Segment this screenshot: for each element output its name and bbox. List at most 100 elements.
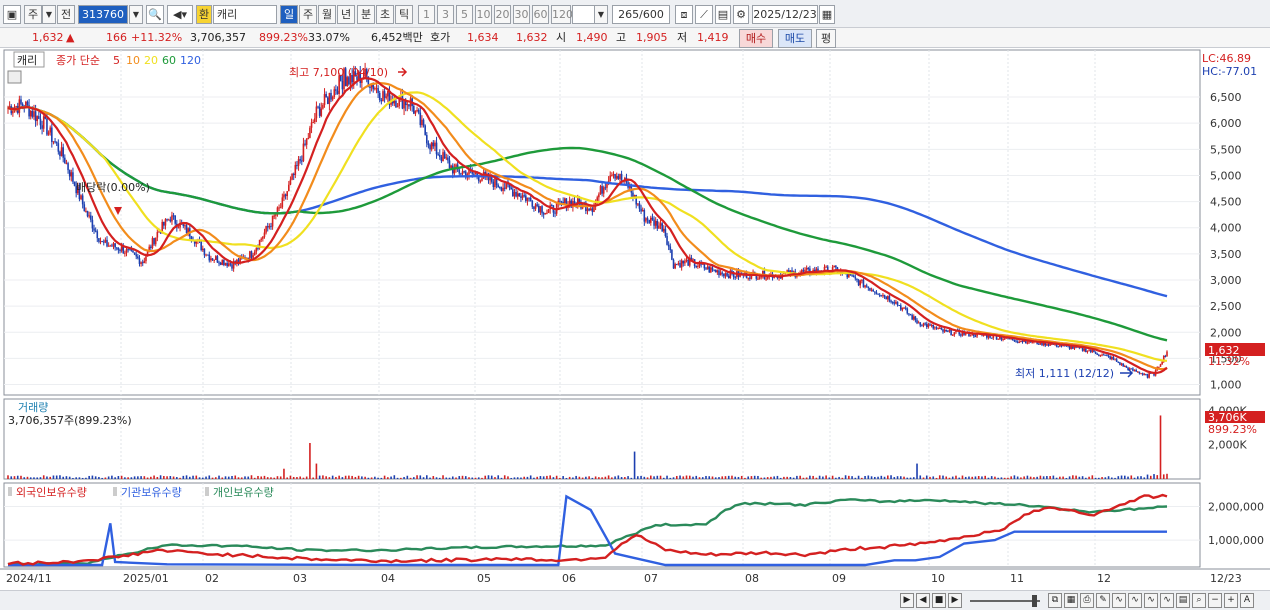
print-icon[interactable]: ⎙ [1080, 593, 1094, 608]
candle-body [250, 251, 253, 258]
candle-icon[interactable]: ⧈ [675, 5, 693, 24]
candle-body [1107, 355, 1110, 357]
overlay-icon[interactable]: ∿ [1160, 593, 1174, 608]
interval-tab[interactable]: 5 [456, 5, 473, 24]
period-tab[interactable]: 틱 [395, 5, 413, 24]
evaluate-button[interactable]: 평 [816, 29, 836, 48]
period-tab[interactable]: 년 [337, 5, 355, 24]
code-dropdown-icon[interactable]: ▼ [129, 5, 143, 24]
interval-tab[interactable]: 10 [475, 5, 492, 24]
zoom-in-icon[interactable]: + [1224, 593, 1238, 608]
candle-body [158, 231, 160, 233]
candle-body [1120, 363, 1123, 365]
rewind-icon[interactable]: ◀ [916, 593, 930, 608]
candle-body [534, 204, 537, 209]
grid-icon[interactable]: ▦ [1064, 593, 1078, 608]
speaker-icon[interactable]: ◀▾ [167, 5, 193, 24]
candle-body [656, 220, 659, 229]
calendar-icon[interactable]: ▦ [819, 5, 835, 24]
hc-label: HC:-77.01 [1202, 65, 1257, 78]
copy-icon[interactable]: ⧉ [1048, 593, 1062, 608]
volume-bar [614, 476, 616, 479]
save-icon[interactable]: ▤ [715, 5, 731, 24]
buy-button[interactable]: 매수 [739, 29, 773, 48]
volume-bar [594, 476, 597, 479]
volume-bar [26, 476, 29, 479]
market-dropdown-icon[interactable]: ▼ [42, 5, 56, 24]
interval-dropdown-icon[interactable]: ▼ [594, 5, 608, 24]
stock-name-field[interactable]: 캐리 [213, 5, 277, 24]
price-chart[interactable]: 6,500 6,000 5,500 5,000 4,500 4,000 3,500 3,000… [0, 49, 1270, 590]
market-select[interactable]: 주 [24, 5, 42, 24]
period-tab[interactable]: 초 [376, 5, 394, 24]
zoom-slider[interactable] [970, 600, 1040, 602]
chart-type-icon[interactable]: ∿ [1112, 593, 1126, 608]
candle-body [643, 210, 646, 222]
stop-icon[interactable]: ■ [932, 593, 946, 608]
magnifier-icon[interactable]: ⌕ [1192, 593, 1206, 608]
zoom-out-icon[interactable]: − [1208, 593, 1222, 608]
interval-tab[interactable]: 1 [418, 5, 435, 24]
chart-area[interactable]: 6,500 6,000 5,500 5,000 4,500 4,000 3,500 3,000… [0, 49, 1270, 590]
period-tab[interactable]: 주 [299, 5, 317, 24]
volume-bar [770, 476, 772, 479]
candle-body [724, 273, 727, 277]
search-icon[interactable]: 🔍 [146, 5, 164, 24]
image-icon[interactable]: ▤ [1176, 593, 1190, 608]
stock-code-input[interactable]: 313760 [78, 5, 128, 24]
period-tab[interactable]: 월 [318, 5, 336, 24]
candle-body [502, 187, 504, 191]
candle-body [333, 89, 336, 97]
candle-body [133, 252, 136, 255]
line-tool-icon[interactable]: ⟋ [695, 5, 713, 24]
candle-body [1125, 366, 1128, 368]
volume-bar [1081, 476, 1084, 479]
volume-bar [1127, 476, 1129, 479]
candle-body [307, 137, 310, 139]
y-tick-label: 3,000 [1210, 274, 1242, 287]
candle-body [802, 270, 805, 272]
zoom-slider-handle[interactable] [1032, 595, 1037, 607]
period-tab[interactable]: 일 [280, 5, 298, 24]
candle-body [851, 275, 853, 277]
grid-toggle-icon [7, 70, 22, 84]
candle-body [223, 259, 225, 266]
compare-icon[interactable]: ∿ [1144, 593, 1158, 608]
candle-body [128, 249, 131, 251]
period-tab[interactable]: 분 [357, 5, 375, 24]
candle-body [695, 266, 698, 268]
gear-icon[interactable]: ⚙ [733, 5, 749, 24]
volume-bar [1065, 477, 1068, 479]
volume-bar [442, 475, 444, 479]
candle-body [1057, 346, 1060, 348]
pen-icon[interactable]: ✎ [1096, 593, 1110, 608]
candle-body [650, 217, 652, 223]
forward-icon[interactable]: ▶ [948, 593, 962, 608]
date-field[interactable]: 2025/12/23 [752, 5, 818, 24]
volume-bar [179, 477, 181, 479]
y-tick-label: 5,500 [1210, 143, 1242, 156]
candle-body [396, 105, 399, 108]
volume-bar [247, 476, 250, 479]
volume-bar [650, 475, 652, 479]
candle-body [859, 280, 862, 286]
interval-tab[interactable]: 3 [437, 5, 454, 24]
prev-button[interactable]: 전 [57, 5, 75, 24]
interval-tab[interactable]: 20 [494, 5, 511, 24]
scroll-left-icon[interactable]: ▶ [900, 593, 914, 608]
candle-body [727, 275, 730, 279]
volume-bar [909, 477, 912, 479]
interval-tab[interactable]: 30 [513, 5, 530, 24]
volume-bar [536, 476, 538, 479]
volume-bar [221, 477, 224, 479]
interval-tab[interactable]: 120 [551, 5, 573, 24]
data-count-field[interactable]: 265/600 [612, 5, 670, 24]
volume-bar [624, 477, 626, 479]
sell-button[interactable]: 매도 [778, 29, 812, 48]
candle-body [138, 258, 141, 264]
layout-icon[interactable]: ▣ [3, 5, 21, 24]
indicator-icon[interactable]: ∿ [1128, 593, 1142, 608]
volume-bar [987, 477, 990, 479]
font-size-icon[interactable]: A [1240, 593, 1254, 608]
interval-tab[interactable]: 60 [532, 5, 549, 24]
